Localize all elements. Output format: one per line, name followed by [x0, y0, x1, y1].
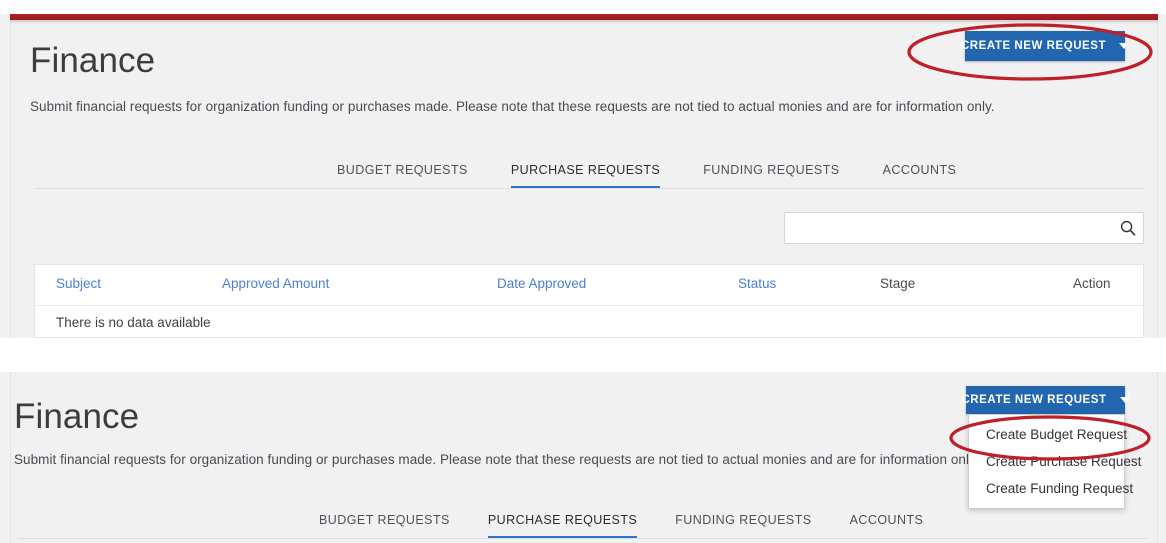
tab-budget-requests[interactable]: BUDGET REQUESTS — [337, 163, 468, 189]
tab-purchase-requests[interactable]: PURCHASE REQUESTS — [511, 163, 660, 189]
purchase-requests-table: Subject Approved Amount Date Approved St… — [34, 264, 1144, 338]
create-new-request-button-top[interactable]: CREATE NEW REQUEST — [965, 31, 1125, 61]
create-new-request-button-bottom[interactable]: CREATE NEW REQUEST — [966, 386, 1125, 414]
create-new-request-label: CREATE NEW REQUEST — [961, 40, 1106, 52]
search-icon[interactable] — [1113, 220, 1143, 236]
tabs-divider-bottom — [18, 538, 1148, 539]
table-empty-message: There is no data available — [56, 315, 211, 330]
column-header-stage: Stage — [880, 276, 915, 291]
brand-accent-bar-shadow — [10, 20, 1158, 24]
page-title-bottom: Finance — [14, 399, 139, 434]
column-header-date-approved[interactable]: Date Approved — [497, 276, 586, 291]
tab-funding-requests-bottom[interactable]: FUNDING REQUESTS — [675, 513, 811, 539]
page-description-bottom: Submit financial requests for organizati… — [14, 451, 979, 469]
tab-accounts-bottom[interactable]: ACCOUNTS — [850, 513, 924, 539]
column-header-status[interactable]: Status — [738, 276, 776, 291]
search-box[interactable] — [784, 212, 1144, 244]
chevron-down-icon — [1120, 397, 1130, 403]
create-new-request-label-bottom: CREATE NEW REQUEST — [961, 394, 1106, 406]
tab-accounts[interactable]: ACCOUNTS — [883, 163, 957, 189]
menu-item-create-funding-request[interactable]: Create Funding Request — [969, 475, 1124, 502]
menu-item-create-purchase-request[interactable]: Create Purchase Request — [969, 448, 1124, 475]
menu-item-create-budget-request[interactable]: Create Budget Request — [969, 421, 1124, 448]
table-header-row: Subject Approved Amount Date Approved St… — [35, 265, 1143, 306]
column-header-approved-amount[interactable]: Approved Amount — [222, 276, 329, 291]
page-title: Finance — [30, 43, 155, 78]
create-request-dropdown-menu: Create Budget Request Create Purchase Re… — [968, 414, 1125, 509]
tab-purchase-requests-bottom[interactable]: PURCHASE REQUESTS — [488, 513, 637, 539]
chevron-down-icon — [1119, 43, 1129, 49]
tab-funding-requests[interactable]: FUNDING REQUESTS — [703, 163, 839, 189]
column-header-action: Action — [1073, 276, 1111, 291]
column-header-subject[interactable]: Subject — [56, 276, 101, 291]
search-input[interactable] — [785, 213, 1113, 243]
tab-budget-requests-bottom[interactable]: BUDGET REQUESTS — [319, 513, 450, 539]
tabs-divider-top — [34, 188, 1144, 189]
page-description: Submit financial requests for organizati… — [30, 98, 995, 116]
finance-tabs-top: BUDGET REQUESTS PURCHASE REQUESTS FUNDIN… — [337, 155, 956, 189]
finance-tabs-bottom: BUDGET REQUESTS PURCHASE REQUESTS FUNDIN… — [319, 505, 923, 539]
